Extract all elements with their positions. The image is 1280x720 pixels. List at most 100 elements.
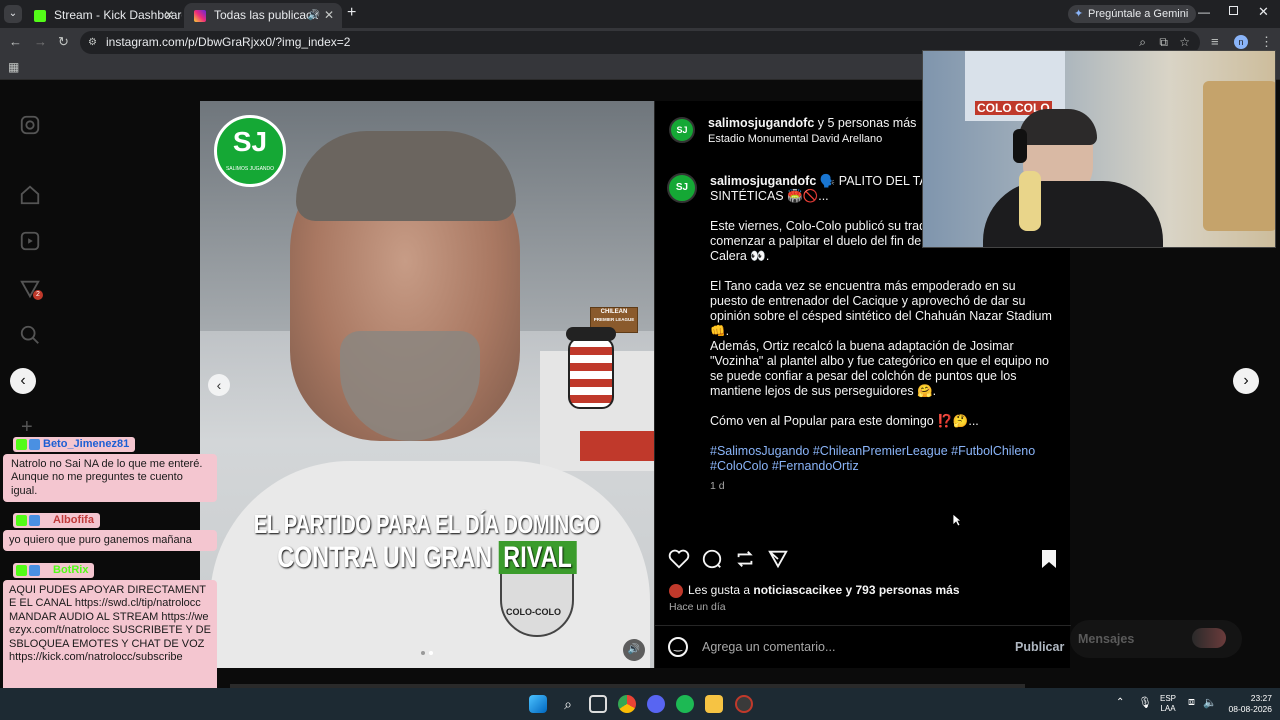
previous-post-button[interactable]: ‹ xyxy=(10,368,36,394)
person-hair xyxy=(296,131,516,221)
like-heart-icon[interactable] xyxy=(668,548,690,570)
bottle xyxy=(1019,171,1041,231)
chat-message-2: yo quiero que puro ganemos mañana xyxy=(3,530,217,551)
tab-list-chevron-icon[interactable]: ⌄ xyxy=(4,5,22,23)
overlay-line-2: CONTRA UN GRAN RIVAL xyxy=(200,541,654,575)
caption-paragraph-4: Cómo ven al Popular para este domingo ⁉️… xyxy=(710,414,979,428)
chrome-icon[interactable] xyxy=(618,695,636,713)
header-avatar[interactable]: SJ xyxy=(669,117,695,143)
overlay-line-1: EL PARTIDO PARA EL DÍA DOMINGO xyxy=(200,509,654,540)
emoji-icon[interactable]: ‿ xyxy=(668,637,688,657)
repost-icon[interactable] xyxy=(734,548,756,570)
reload-icon[interactable]: ↻ xyxy=(58,34,69,50)
task-view-icon[interactable] xyxy=(589,695,607,713)
back-icon[interactable]: ← xyxy=(9,34,22,49)
tray-chevron-icon[interactable]: ⌃ xyxy=(1116,697,1124,708)
crest-text: COLO-COLO xyxy=(506,607,561,617)
hashtags-line-1[interactable]: #SalimosJugando #ChileanPremierLeague #F… xyxy=(710,444,1055,459)
caption-paragraph-3: Además, Ortiz recalcó la buena adaptació… xyxy=(710,339,1049,398)
more-menu-icon[interactable]: ⋮ xyxy=(1260,34,1273,50)
reels-icon[interactable] xyxy=(19,230,41,252)
chat-message-3: AQUI PUDES APOYAR DIRECTAMENTE EL CANAL … xyxy=(3,580,217,696)
next-post-button[interactable]: › xyxy=(1233,368,1259,394)
caption-username[interactable]: salimosjugandofc xyxy=(710,174,816,188)
sign-line1: CHILEAN xyxy=(600,309,628,315)
chat-username: Albofifa xyxy=(53,514,94,526)
messages-avatars xyxy=(1192,628,1226,648)
notification-badge: 2 xyxy=(33,290,43,300)
overlay-text-2a: CONTRA UN GRAN xyxy=(277,541,499,574)
tab-instagram[interactable]: Todas las publicaciones • In 🔊 ✕ xyxy=(184,3,342,28)
restore-button[interactable] xyxy=(1229,6,1238,15)
browser-tab-bar: ⌄ Stream - Kick Dashboard ✕ Todas las pu… xyxy=(0,0,1280,28)
wall-art xyxy=(1203,81,1275,231)
mute-button[interactable]: 🔊 xyxy=(623,639,645,661)
chat-username: BotRix xyxy=(53,564,89,576)
search-icon[interactable]: ⌕ xyxy=(559,695,577,713)
sj-logo-text: SJ xyxy=(232,126,268,157)
clock[interactable]: 23:27 08-08-2026 xyxy=(1222,693,1272,715)
gemini-sparkle-icon: ✦ xyxy=(1074,8,1084,20)
post-media[interactable]: COLO-COLO SJ SALIMOS JUGANDO CHILEAN PRE… xyxy=(200,101,654,668)
share-icon[interactable] xyxy=(767,548,789,570)
microphone-icon[interactable]: 🎙 xyxy=(1138,696,1152,709)
home-icon[interactable] xyxy=(19,184,41,206)
header-suffix: y 5 personas más xyxy=(814,116,917,130)
close-window-button[interactable]: ✕ xyxy=(1258,4,1269,20)
messages-pill[interactable]: Mensajes xyxy=(1070,620,1242,658)
forward-icon[interactable]: → xyxy=(34,34,47,49)
gemini-button[interactable]: ✦ Pregúntale a Gemini xyxy=(1068,5,1197,23)
network-icon[interactable]: ⧈ xyxy=(1188,696,1195,709)
app-icon[interactable] xyxy=(735,695,753,713)
caption-avatar[interactable]: SJ xyxy=(667,173,697,203)
create-icon[interactable]: + xyxy=(21,416,33,439)
windows-start-icon[interactable] xyxy=(529,695,547,713)
previous-image-button[interactable]: ‹ xyxy=(208,374,230,396)
close-icon[interactable]: ✕ xyxy=(324,3,334,28)
overlay-text-1: EL PARTIDO PARA EL DÍA DOMINGO xyxy=(254,509,600,539)
comment-icon[interactable] xyxy=(701,548,723,570)
bot-badge-icon xyxy=(29,565,40,576)
profile-avatar[interactable]: n xyxy=(1234,35,1248,49)
post-location[interactable]: Estadio Monumental David Arellano xyxy=(708,133,882,145)
carousel-dot xyxy=(421,651,425,655)
tab-kick-dashboard[interactable]: Stream - Kick Dashboard ✕ xyxy=(24,3,182,28)
publish-button[interactable]: Publicar xyxy=(1015,640,1064,654)
chat-message-1: Natrolo no Sai NA de lo que me enteré. A… xyxy=(3,454,217,502)
messages-label: Mensajes xyxy=(1078,632,1135,646)
minimize-button[interactable]: — xyxy=(1198,5,1210,19)
speaker-icon[interactable]: 🔊 xyxy=(308,3,320,28)
likes-row: Les gusta a noticiascacikee y 793 person… xyxy=(669,583,960,598)
language-indicator[interactable]: ESP LAA xyxy=(1160,694,1176,714)
save-bookmark-icon[interactable] xyxy=(1039,548,1059,570)
post-header: salimosjugandofc y 5 personas más xyxy=(708,116,916,131)
kick-favicon-icon xyxy=(34,10,46,22)
close-icon[interactable]: ✕ xyxy=(164,3,174,28)
hashtags-line-2[interactable]: #ColoColo #FernandoOrtiz xyxy=(710,459,1055,474)
likes-suffix[interactable]: y 793 personas más xyxy=(842,583,959,597)
mascot-figure xyxy=(568,337,614,409)
site-info-icon[interactable]: ⚙ xyxy=(88,31,97,54)
chat-user-2: Albofifa xyxy=(13,513,100,528)
para1c-line: Calera 👀. xyxy=(710,249,770,263)
likes-username[interactable]: noticiascacikee xyxy=(753,583,842,597)
instagram-logo-icon[interactable] xyxy=(19,114,41,136)
discord-icon[interactable] xyxy=(647,695,665,713)
kick-badge-icon xyxy=(16,515,27,526)
post-time: Hace un día xyxy=(669,601,726,613)
overlay-highlight-rival: RIVAL xyxy=(498,541,577,574)
gemini-label: Pregúntale a Gemini xyxy=(1088,8,1189,20)
apps-grid-icon[interactable]: ▦ xyxy=(8,60,19,74)
para1-line: Este viernes, Colo-Colo publicó su tradi… xyxy=(710,219,945,233)
reading-list-icon[interactable]: ≡ xyxy=(1211,34,1219,49)
likes-prefix: Les gusta a xyxy=(688,583,754,597)
volume-icon[interactable]: 🔈 xyxy=(1203,696,1217,709)
comment-input[interactable]: Agrega un comentario... xyxy=(702,640,835,654)
comment-row: ‿ Agrega un comentario... Publicar xyxy=(655,625,1071,668)
spotify-icon[interactable] xyxy=(676,695,694,713)
header-username[interactable]: salimosjugandofc xyxy=(708,116,814,130)
new-tab-button[interactable]: + xyxy=(347,4,356,22)
file-explorer-icon[interactable] xyxy=(705,695,723,713)
search-icon[interactable] xyxy=(19,324,41,346)
caption-paragraph-2: El Tano cada vez se encuentra más empode… xyxy=(710,279,1052,338)
